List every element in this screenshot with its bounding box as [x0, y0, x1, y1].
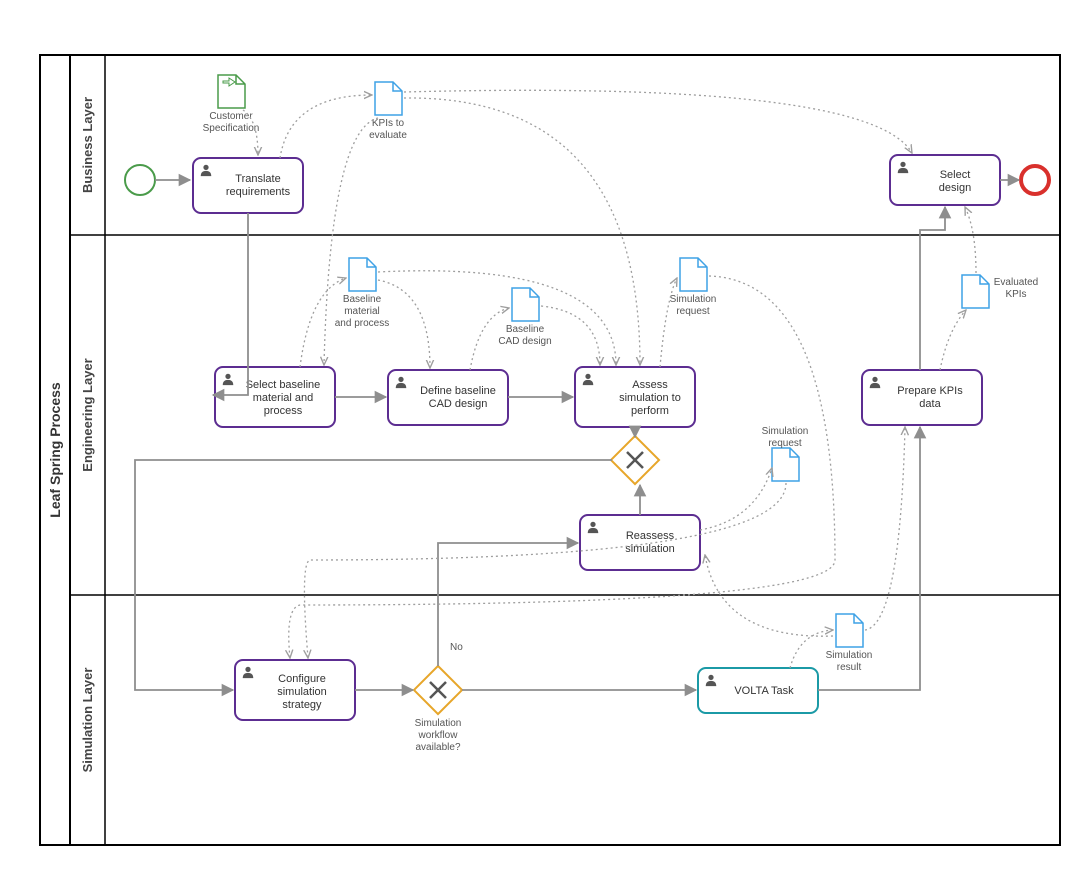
task-sd-l1: Select — [940, 169, 971, 181]
gw-no-label: No — [450, 642, 463, 653]
doc-sim-req-lower[interactable]: Simulation request — [762, 426, 809, 481]
doc-sim-req-lower-l1: Simulation — [762, 426, 809, 437]
gateway-sim-available[interactable]: Simulation workflow available? — [414, 666, 462, 753]
task-sb-l1: Select baseline — [246, 379, 321, 391]
doc-kpis-eval-label2: evaluate — [369, 130, 407, 141]
task-cs-l2: simulation — [277, 686, 327, 698]
task-pk-l2: data — [919, 398, 941, 410]
task-translate[interactable]: Translate requirements — [193, 158, 303, 213]
task-sb-l2: material and — [253, 392, 314, 404]
task-translate-l1: Translate — [235, 173, 280, 185]
task-dc-l2: CAD design — [429, 398, 488, 410]
task-select-baseline[interactable]: Select baseline material and process — [215, 367, 335, 427]
task-prepare-kpi[interactable]: Prepare KPIs data — [862, 370, 982, 425]
doc-baseline-cad-l2: CAD design — [498, 336, 551, 347]
assoc-translate-kpis — [280, 95, 372, 158]
doc-baseline-mat-l3: and process — [335, 318, 389, 329]
bpmn-diagram: Leaf Spring Process Business Layer Engin… — [0, 0, 1086, 870]
doc-eval-kpis[interactable]: Evaluated KPIs — [962, 275, 1038, 308]
gw-label-l2: workflow — [418, 730, 459, 741]
lane-engineering: Engineering Layer — [80, 358, 95, 471]
doc-customer-spec-label2: Specification — [203, 123, 260, 134]
doc-sim-req-lower-l2: request — [768, 438, 802, 449]
doc-baseline-mat[interactable]: Baseline material and process — [335, 258, 389, 329]
task-pk-l1: Prepare KPIs — [897, 385, 963, 397]
assoc-simresult-preparekpi — [865, 427, 905, 630]
task-sd-l2: design — [939, 182, 971, 194]
task-cs-l3: strategy — [282, 699, 322, 711]
gw-label-l1: Simulation — [415, 718, 462, 729]
assoc-preparekpi-evalkpis — [940, 310, 966, 370]
flow-gw1-configuresim — [135, 460, 612, 690]
task-cs-l1: Configure — [278, 673, 326, 685]
task-as-l1: Assess — [632, 379, 668, 391]
assoc-simreq2-configure — [304, 483, 786, 658]
doc-sim-req-top-l1: Simulation — [670, 294, 717, 305]
task-select-design[interactable]: Select design — [890, 155, 1000, 205]
lane-business: Business Layer — [80, 97, 95, 193]
task-assess[interactable]: Assess simulation to perform — [575, 367, 695, 427]
doc-sim-req-top[interactable]: Simulation request — [670, 258, 717, 317]
pool-title: Leaf Spring Process — [47, 382, 63, 518]
task-translate-l2: requirements — [226, 186, 291, 198]
assoc-matdoc-assess — [378, 271, 616, 365]
end-event[interactable] — [1021, 166, 1049, 194]
doc-sim-result[interactable]: Simulation result — [826, 614, 873, 673]
assoc-simreqtop-configure — [289, 276, 835, 658]
doc-kpis-eval-label1: KPIs to — [372, 118, 405, 129]
doc-sim-result-l1: Simulation — [826, 650, 873, 661]
task-volta[interactable]: VOLTA Task — [698, 668, 818, 713]
doc-customer-spec[interactable]: Customer Specification — [203, 75, 260, 134]
assoc-assess-simreqtop — [660, 278, 677, 367]
gateway-after-assess[interactable] — [611, 436, 659, 484]
doc-eval-kpis-l2: KPIs — [1005, 289, 1026, 300]
task-dc-l1: Define baseline — [420, 385, 496, 397]
assoc-evalkpis-selectdesign — [965, 207, 976, 273]
task-configure-sim[interactable]: Configure simulation strategy — [235, 660, 355, 720]
task-volta-l: VOLTA Task — [734, 685, 794, 697]
doc-eval-kpis-l1: Evaluated — [994, 277, 1038, 288]
task-define-cad[interactable]: Define baseline CAD design — [388, 370, 508, 425]
doc-customer-spec-label1: Customer — [209, 111, 253, 122]
lane-simulation: Simulation Layer — [80, 668, 95, 773]
doc-baseline-mat-l2: material — [344, 306, 380, 317]
doc-sim-req-top-l2: request — [676, 306, 710, 317]
doc-sim-result-l2: result — [837, 662, 862, 673]
task-sb-l3: process — [264, 405, 303, 417]
doc-baseline-cad[interactable]: Baseline CAD design — [498, 288, 551, 347]
assoc-reassess-simreq2 — [700, 468, 772, 530]
start-event[interactable] — [125, 165, 155, 195]
task-as-l2: simulation to — [619, 392, 681, 404]
task-ra-l2: simulation — [625, 543, 675, 555]
task-ra-l1: Reassess — [626, 530, 675, 542]
assoc-kpis-selectdesign — [404, 90, 912, 153]
doc-kpis-eval[interactable]: KPIs to evaluate — [369, 82, 407, 141]
task-reassess[interactable]: Reassess simulation — [580, 515, 700, 570]
flow-preparekpi-selectdesign — [920, 207, 945, 370]
task-as-l3: perform — [631, 405, 669, 417]
gw-label-l3: available? — [415, 742, 460, 753]
doc-baseline-mat-l1: Baseline — [343, 294, 382, 305]
doc-baseline-cad-l1: Baseline — [506, 324, 545, 335]
